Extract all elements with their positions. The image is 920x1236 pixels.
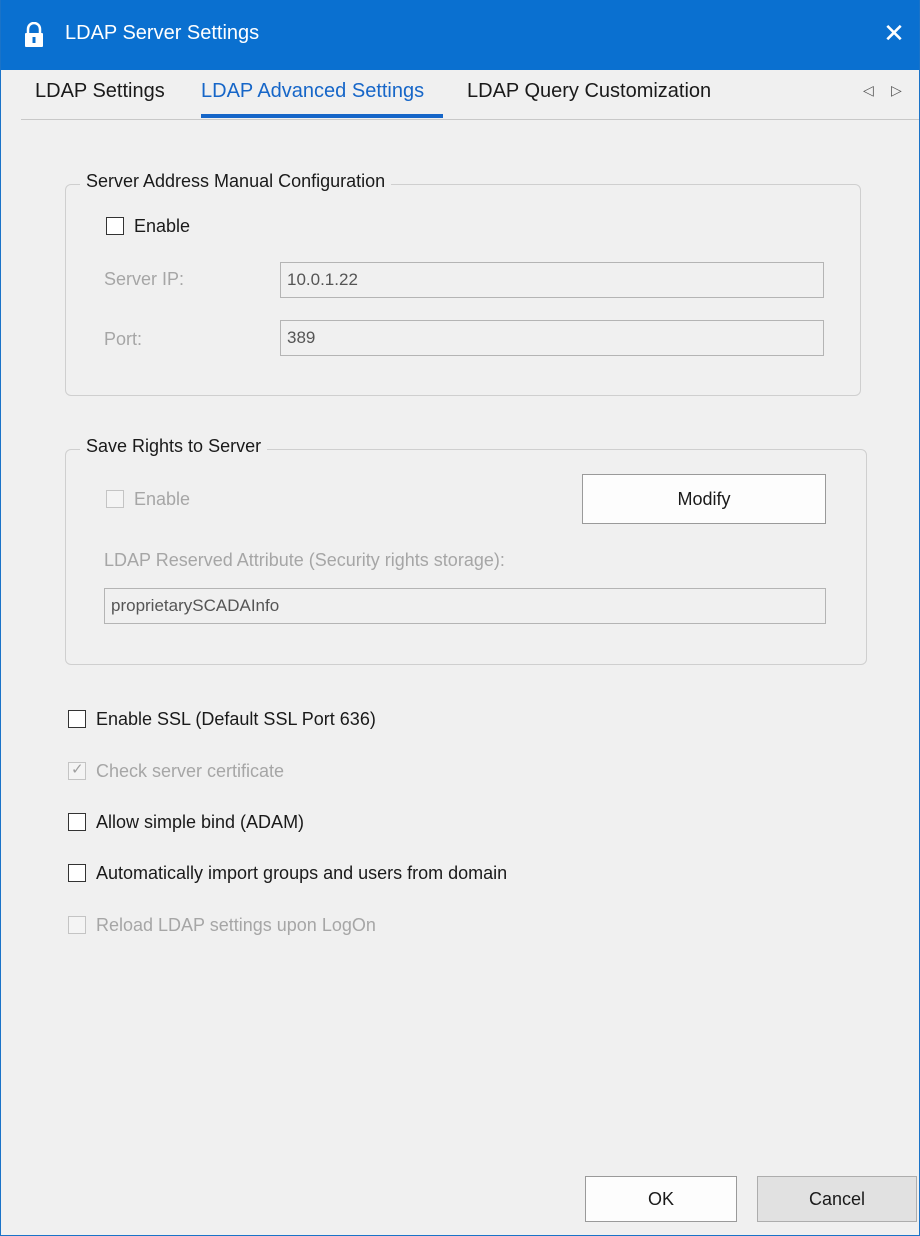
tab-scroll-left-icon[interactable]: ◁ <box>863 82 874 99</box>
tab-ldap-query-customization[interactable]: LDAP Query Customization <box>467 80 711 103</box>
window-title: LDAP Server Settings <box>65 22 260 44</box>
allow-simple-bind-checkbox[interactable] <box>68 813 86 831</box>
title-bar: LDAP Server Settings ✕ <box>1 0 919 70</box>
ok-button[interactable]: OK <box>585 1176 737 1222</box>
enable-ssl-label: Enable SSL (Default SSL Port 636) <box>96 709 376 729</box>
tab-scroll-right-icon[interactable]: ▷ <box>891 82 902 99</box>
save-rights-group: Save Rights to Server Enable Modify LDAP… <box>65 436 867 665</box>
reload-ldap-settings-label: Reload LDAP settings upon LogOn <box>96 915 376 935</box>
auto-import-label: Automatically import groups and users fr… <box>96 863 508 883</box>
active-tab-indicator <box>201 114 443 118</box>
auto-import-checkbox[interactable] <box>68 864 86 882</box>
server-address-enable-checkbox[interactable] <box>106 217 124 235</box>
ldap-settings-dialog: LDAP Server Settings ✕ LDAP Settings LDA… <box>0 0 920 1236</box>
server-address-legend: Server Address Manual Configuration <box>80 171 392 192</box>
reserved-attribute-label: LDAP Reserved Attribute (Security rights… <box>104 550 505 570</box>
lock-icon <box>23 21 45 48</box>
tab-bar: LDAP Settings LDAP Advanced Settings LDA… <box>21 70 919 120</box>
save-rights-enable-label: Enable <box>134 489 191 509</box>
server-ip-field[interactable]: 10.0.1.22 <box>280 262 824 298</box>
reserved-attribute-field[interactable]: proprietarySCADAInfo <box>104 588 826 624</box>
reload-ldap-settings-checkbox[interactable] <box>68 916 86 934</box>
save-rights-legend: Save Rights to Server <box>80 436 268 457</box>
check-server-certificate-label: Check server certificate <box>96 761 285 781</box>
modify-button[interactable]: Modify <box>582 474 826 524</box>
save-rights-enable-checkbox[interactable] <box>106 490 124 508</box>
server-address-group: Server Address Manual Configuration Enab… <box>65 171 861 396</box>
check-server-certificate-checkbox[interactable]: ✓ <box>68 761 86 780</box>
tab-ldap-advanced-settings[interactable]: LDAP Advanced Settings <box>201 80 424 103</box>
port-field[interactable]: 389 <box>280 320 824 356</box>
server-address-enable-label: Enable <box>134 216 191 236</box>
server-ip-label: Server IP: <box>104 269 185 289</box>
close-icon[interactable]: ✕ <box>877 16 911 50</box>
check-mark-icon: ✓ <box>71 761 84 778</box>
tab-ldap-settings[interactable]: LDAP Settings <box>35 80 165 103</box>
cancel-button[interactable]: Cancel <box>757 1176 917 1222</box>
allow-simple-bind-label: Allow simple bind (ADAM) <box>96 812 305 832</box>
enable-ssl-checkbox[interactable] <box>68 710 86 728</box>
port-label: Port: <box>104 329 143 349</box>
